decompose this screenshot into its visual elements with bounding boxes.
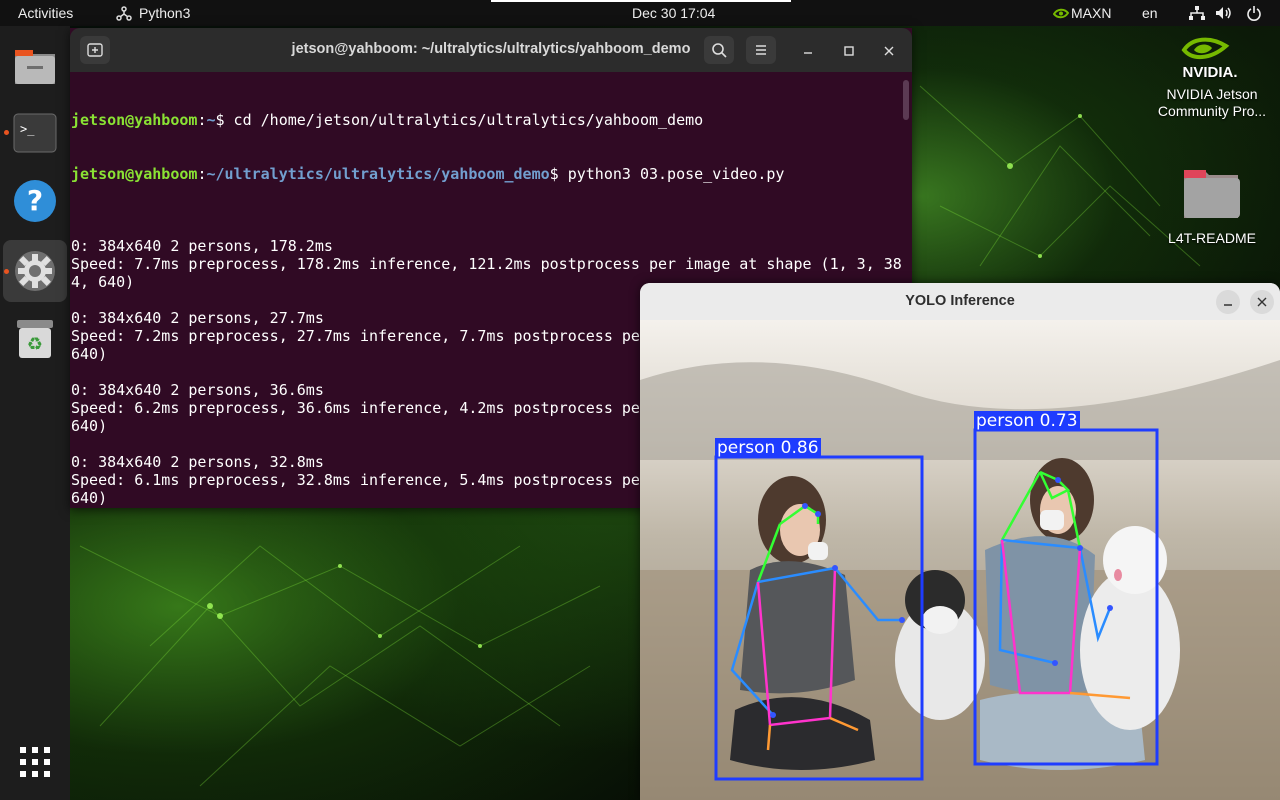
search-icon: [712, 43, 727, 58]
yolo-window-title: YOLO Inference: [905, 293, 1015, 309]
yolo-close-button[interactable]: [1250, 290, 1274, 314]
terminal-line-python: jetson@yahboom:~/ultralytics/ultralytics…: [71, 165, 785, 183]
help-icon[interactable]: ?: [12, 178, 58, 224]
close-icon: [1257, 297, 1267, 307]
clock[interactable]: Dec 30 17:04: [632, 5, 715, 21]
inference-frame: [640, 320, 1280, 800]
close-icon[interactable]: [881, 43, 897, 59]
hamburger-menu-icon: [756, 45, 766, 55]
nvidia-logo-text: NVIDIA.: [1182, 64, 1238, 81]
screen-recording-indicator: [491, 0, 791, 2]
svg-text:>_: >_: [20, 122, 35, 136]
command-text: $ python3 03.pose_video.py: [549, 165, 785, 183]
yolo-minimize-button[interactable]: [1216, 290, 1240, 314]
search-button[interactable]: [704, 36, 734, 64]
yolo-header-bar[interactable]: YOLO Inference: [640, 283, 1280, 321]
minimize-icon: [1224, 304, 1232, 306]
app-grid-icon[interactable]: [19, 746, 51, 778]
terminal-line-cd: jetson@yahboom:~$ cd /home/jetson/ultral…: [71, 111, 704, 129]
terminal-header-bar[interactable]: jetson@yahboom: ~/ultralytics/ultralytic…: [70, 28, 912, 72]
minimize-icon[interactable]: [800, 43, 816, 59]
svg-text:♻: ♻: [27, 334, 43, 355]
nvidia-shortcut-label-line1[interactable]: NVIDIA Jetson: [1142, 86, 1280, 102]
maximize-icon[interactable]: [841, 43, 857, 59]
detection-label-2: person 0.73: [974, 411, 1080, 431]
activities-button[interactable]: Activities: [18, 5, 73, 21]
nvidia-power-icon: [1053, 8, 1069, 19]
prompt-path: ~: [206, 111, 216, 129]
top-bar: Activities Python3 Dec 30 17:04 MAXN en: [0, 0, 1280, 26]
power-icon[interactable]: [1246, 5, 1262, 21]
terminal-output-line: Speed: 7.7ms preprocess, 178.2ms inferen…: [71, 255, 902, 273]
folder-icon[interactable]: [1182, 166, 1242, 220]
prompt-user: jetson@yahboom: [71, 165, 198, 183]
prompt-user: jetson@yahboom: [71, 111, 198, 129]
terminal-output-line: 0: 384x640 2 persons, 178.2ms: [71, 237, 333, 255]
network-wired-icon[interactable]: [1189, 6, 1205, 20]
command-text: $ cd /home/jetson/ultralytics/ultralytic…: [215, 111, 704, 129]
terminal-icon[interactable]: >_: [12, 110, 58, 156]
terminal-title: jetson@yahboom: ~/ultralytics/ultralytic…: [291, 41, 691, 57]
volume-icon[interactable]: [1215, 6, 1233, 20]
detection-label-1: person 0.86: [715, 438, 821, 458]
trash-icon[interactable]: ♻: [12, 316, 58, 362]
settings-icon[interactable]: [12, 248, 58, 294]
terminal-scrollbar[interactable]: [903, 80, 909, 120]
yolo-inference-window[interactable]: YOLO Inference person 0.86 person 0.73: [640, 283, 1280, 800]
nvidia-shortcut-label-line2[interactable]: Community Pro...: [1142, 103, 1280, 119]
focused-app-menu[interactable]: Python3: [139, 5, 190, 21]
l4t-readme-label[interactable]: L4T-README: [1152, 230, 1272, 246]
hamburger-menu-button[interactable]: [746, 36, 776, 64]
settings-running-dot: [4, 269, 9, 274]
dock: >_ ? ♻: [0, 26, 70, 800]
files-icon[interactable]: [12, 42, 58, 88]
prompt-path: ~/ultralytics/ultralytics/yahboom_demo: [206, 165, 550, 183]
python-app-icon: [116, 6, 132, 21]
nvidia-logo-icon[interactable]: [1180, 34, 1232, 66]
power-mode-indicator[interactable]: MAXN: [1071, 5, 1111, 21]
keyboard-language-indicator[interactable]: en: [1142, 5, 1158, 21]
terminal-running-dot: [4, 130, 9, 135]
svg-text:?: ?: [27, 184, 43, 217]
